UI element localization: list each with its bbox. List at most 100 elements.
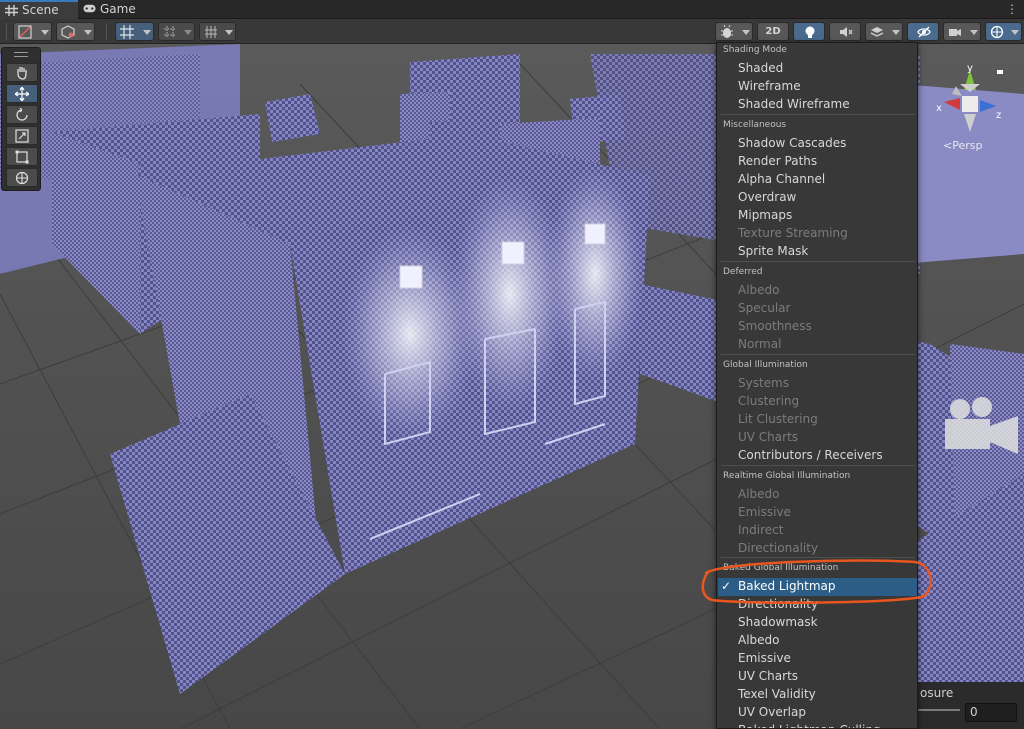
menu-item: Clustering — [738, 394, 800, 408]
palette-grip-icon[interactable] — [14, 52, 28, 57]
menu-separator — [721, 465, 915, 466]
menu-item[interactable]: Baked Lightmap Culling — [738, 723, 881, 728]
menu-section-header: Realtime Global Illumination — [723, 471, 851, 481]
checkmark-icon: ✓ — [721, 579, 732, 593]
scale-tool-button[interactable] — [6, 126, 38, 145]
menu-section-header: Deferred — [723, 267, 763, 277]
menu-item: Directionality — [738, 541, 819, 555]
rotate-tool-button[interactable] — [6, 105, 38, 124]
camera-icon — [949, 29, 961, 36]
tab-game[interactable]: Game — [78, 0, 148, 19]
gizmos-dropdown[interactable] — [985, 22, 1022, 41]
chevron-down-icon — [41, 30, 49, 35]
draw-mode-icon — [18, 25, 32, 39]
menu-item[interactable]: Contributors / Receivers — [738, 448, 883, 462]
menu-section-header: Baked Global Illumination — [723, 563, 839, 573]
orientation-gizmo[interactable]: y x z — [930, 62, 1010, 142]
menu-item[interactable]: UV Overlap — [738, 705, 806, 719]
menu-item: UV Charts — [738, 430, 799, 444]
menu-item[interactable]: Overdraw — [738, 190, 796, 204]
chevron-down-icon — [1011, 30, 1019, 35]
rect-tool-button[interactable] — [6, 147, 38, 166]
toggle-2d-button[interactable]: 2D — [757, 22, 789, 41]
menu-separator — [721, 261, 915, 262]
scene-view-window: Scene Game ⋮ 2D y x z <Persp osure 0 Sha… — [0, 0, 1024, 729]
grid-icon — [205, 26, 217, 38]
scene-hash-icon — [5, 5, 18, 16]
exposure-slider[interactable] — [918, 709, 960, 711]
hand-tool-icon — [17, 67, 27, 80]
debug-draw-mode-menu: Shading Mode Shaded Wireframe Shaded Wirefr… — [716, 42, 918, 729]
more-options-icon[interactable]: ⋮ — [1006, 1, 1018, 17]
move-tool-icon — [15, 87, 29, 101]
draw-mode-dropdown[interactable] — [13, 22, 52, 41]
menu-item[interactable]: Shadow Cascades — [738, 136, 846, 150]
menu-item[interactable]: UV Charts — [738, 669, 798, 683]
menu-item[interactable]: Shaded — [738, 61, 783, 75]
menu-item[interactable]: Render Paths — [738, 154, 817, 168]
menu-item: Texture Streaming — [738, 226, 848, 240]
light-bulb-icon — [805, 26, 815, 38]
toolbar-separator — [106, 23, 107, 40]
menu-item[interactable]: Shaded Wireframe — [738, 97, 850, 111]
menu-separator — [721, 354, 915, 355]
chevron-down-icon — [225, 30, 233, 35]
menu-item[interactable]: Emissive — [738, 651, 791, 665]
shaded-cube-icon — [61, 25, 75, 39]
shading-dropdown[interactable] — [56, 22, 95, 41]
tab-game-label: Game — [100, 2, 136, 16]
audio-mute-icon — [840, 27, 853, 37]
exposure-label: osure — [920, 686, 954, 700]
tab-scene[interactable]: Scene — [0, 0, 78, 19]
menu-item[interactable]: Wireframe — [738, 79, 801, 93]
menu-item[interactable]: Directionality — [738, 597, 818, 611]
tab-bar: Scene Game ⋮ — [0, 0, 1024, 19]
grid-snap-toggle[interactable] — [115, 22, 154, 41]
chevron-left-icon: < — [943, 139, 953, 152]
gamepad-icon — [83, 4, 96, 13]
scale-tool-icon — [15, 129, 29, 143]
menu-separator — [721, 114, 915, 115]
menu-section-header: Global Illumination — [723, 360, 808, 370]
menu-section-header: Miscellaneous — [723, 120, 787, 130]
menu-section-header: Shading Mode — [723, 45, 787, 55]
chevron-down-icon — [970, 30, 978, 35]
tool-palette — [1, 47, 41, 191]
audio-toggle[interactable] — [829, 22, 861, 41]
chevron-down-icon — [742, 30, 750, 35]
debug-dropdown[interactable] — [715, 22, 753, 41]
menu-item[interactable]: Sprite Mask — [738, 244, 808, 258]
menu-item[interactable]: Baked Lightmap — [738, 579, 836, 593]
camera-settings-dropdown[interactable] — [943, 22, 981, 41]
chevron-down-icon — [84, 30, 92, 35]
gizmo-lock-icon — [997, 70, 1003, 74]
menu-item: Albedo — [738, 283, 780, 297]
increment-snap-toggle[interactable] — [158, 22, 195, 41]
toolbar-grip — [6, 23, 7, 40]
transform-tool-button[interactable] — [6, 168, 38, 187]
hand-tool-button[interactable] — [6, 63, 38, 82]
tab-scene-label: Scene — [22, 3, 59, 17]
projection-label: Persp — [952, 139, 983, 152]
effects-layers-icon — [870, 27, 884, 37]
grid-visibility-toggle[interactable] — [199, 22, 236, 41]
hidden-objects-toggle[interactable] — [907, 22, 939, 41]
axis-x-label: x — [936, 103, 942, 114]
menu-item[interactable]: Shadowmask — [738, 615, 818, 629]
increment-snap-icon — [164, 26, 176, 38]
projection-toggle[interactable]: <Persp — [943, 139, 982, 152]
rotate-tool-icon — [16, 108, 28, 121]
chevron-down-icon — [184, 30, 192, 35]
menu-item: Specular — [738, 301, 791, 315]
effects-dropdown[interactable] — [865, 22, 903, 41]
move-tool-button[interactable] — [6, 84, 38, 103]
menu-item[interactable]: Alpha Channel — [738, 172, 825, 186]
transform-tool-icon — [15, 171, 29, 185]
visibility-off-icon — [917, 26, 931, 38]
menu-item[interactable]: Texel Validity — [738, 687, 816, 701]
exposure-value-field[interactable]: 0 — [965, 703, 1017, 722]
menu-item[interactable]: Albedo — [738, 633, 780, 647]
menu-item[interactable]: Mipmaps — [738, 208, 792, 222]
lighting-toggle[interactable] — [793, 22, 825, 41]
menu-separator — [721, 557, 915, 558]
